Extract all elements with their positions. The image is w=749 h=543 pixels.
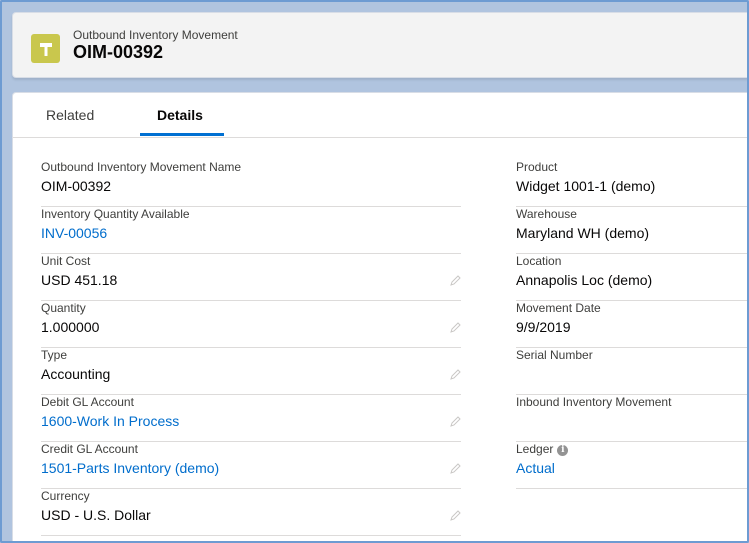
- debit-gl-link[interactable]: 1600-Work In Process: [41, 413, 179, 429]
- field-label: Serial Number: [516, 348, 593, 362]
- ledger-link[interactable]: Actual: [516, 460, 555, 476]
- field-label: Quantity: [41, 301, 86, 315]
- field-value: Accounting: [41, 366, 111, 382]
- field-label: Type: [41, 348, 68, 362]
- field-label: Currency: [41, 489, 90, 503]
- pencil-icon[interactable]: [449, 510, 461, 522]
- field-value: Widget 1001-1 (demo): [516, 178, 656, 194]
- app-frame: Outbound Inventory Movement OIM-00392 Re…: [0, 0, 749, 543]
- field-value: USD - U.S. Dollar: [41, 507, 151, 523]
- hammer-icon-glyph: [39, 42, 52, 56]
- field-value: OIM-00392: [41, 178, 112, 194]
- credit-gl-link[interactable]: 1501-Parts Inventory (demo): [41, 460, 219, 476]
- field-label: Inventory Quantity Available: [41, 207, 190, 221]
- ledger-label-text: Ledger: [516, 442, 554, 456]
- field-value: 1.000000: [41, 319, 100, 335]
- active-tab-indicator: [140, 133, 224, 136]
- field-label: Debit GL Account: [41, 395, 134, 409]
- field-label: Outbound Inventory Movement Name: [41, 160, 242, 174]
- field-value: 9/9/2019: [516, 319, 571, 335]
- tab-related[interactable]: Related: [46, 107, 94, 123]
- pencil-icon[interactable]: [449, 369, 461, 381]
- pencil-icon[interactable]: [449, 322, 461, 334]
- field-divider: [41, 535, 461, 536]
- field-value: USD 451.18: [41, 272, 118, 288]
- field-label: Location: [516, 254, 562, 268]
- field-label: Product: [516, 160, 558, 174]
- field-divider: [41, 488, 461, 489]
- field-divider: [41, 300, 461, 301]
- inventory-link[interactable]: INV-00056: [41, 225, 107, 241]
- field-label: Unit Cost: [41, 254, 91, 268]
- details-panel: Related Details Outbound Inventory Movem…: [12, 92, 747, 541]
- pencil-icon[interactable]: [449, 275, 461, 287]
- pencil-icon[interactable]: [449, 463, 461, 475]
- field-value: Maryland WH (demo): [516, 225, 650, 241]
- hammer-icon: [31, 34, 60, 63]
- field-value: Annapolis Loc (demo): [516, 272, 653, 288]
- field-label: Ledger i: [516, 442, 569, 456]
- object-type-label: Outbound Inventory Movement: [73, 28, 238, 42]
- record-header: Outbound Inventory Movement OIM-00392: [12, 12, 747, 78]
- field-divider: [41, 253, 461, 254]
- tab-bar: Related Details: [13, 93, 747, 138]
- field-divider: [41, 347, 461, 348]
- record-title: OIM-00392: [73, 42, 164, 62]
- info-icon[interactable]: i: [557, 445, 569, 456]
- field-label: Movement Date: [516, 301, 601, 315]
- tab-details[interactable]: Details: [157, 107, 203, 123]
- field-divider: [516, 488, 747, 489]
- field-label: Inbound Inventory Movement: [516, 395, 672, 409]
- field-label: Credit GL Account: [41, 442, 138, 456]
- field-label: Warehouse: [516, 207, 577, 221]
- pencil-icon[interactable]: [449, 416, 461, 428]
